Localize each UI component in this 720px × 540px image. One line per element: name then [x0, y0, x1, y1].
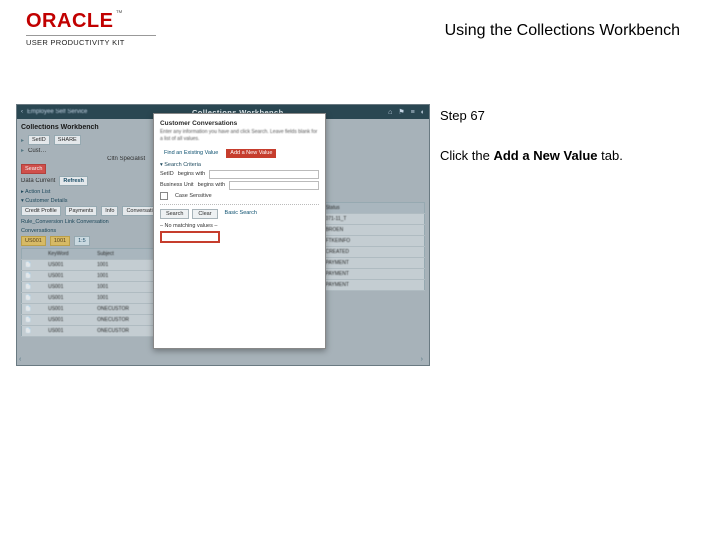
tab-add-new-value[interactable]: Add a New Value: [226, 149, 276, 158]
oracle-logo-text: ORACLE: [26, 10, 113, 32]
action-highlight: [160, 231, 220, 243]
setid-input[interactable]: [209, 170, 319, 179]
modal-description: Enter any information you have and click…: [160, 129, 319, 143]
trademark: ™: [115, 10, 122, 17]
oracle-logo-subtitle: USER PRODUCTIVITY KIT: [26, 35, 156, 47]
bu-op: begins with: [198, 182, 226, 188]
case-sensitive-label: Case Sensitive: [175, 193, 212, 199]
instruction-panel: Step 67 Click the Add a New Value tab.: [440, 106, 690, 165]
search-modal: Customer Conversations Enter any informa…: [153, 113, 326, 350]
setid-label: SetID: [160, 171, 174, 177]
oracle-logo-block: ORACLE™ USER PRODUCTIVITY KIT: [26, 10, 156, 47]
app-screenshot: ‹ Employee Self Service Collections Work…: [16, 104, 430, 366]
bu-input[interactable]: [229, 181, 319, 190]
modal-clear-button[interactable]: Clear: [192, 209, 217, 219]
step-number: Step 67: [440, 106, 690, 126]
modal-search-button[interactable]: Search: [160, 209, 189, 219]
bu-label: Business Unit: [160, 182, 194, 188]
modal-title: Customer Conversations: [160, 120, 319, 127]
no-match-text: – No matching values –: [160, 223, 319, 229]
instruction-text: Click the Add a New Value tab.: [440, 146, 690, 166]
tab-find-existing[interactable]: Find an Existing Value: [160, 149, 222, 158]
basic-search-link[interactable]: Basic Search: [221, 209, 261, 219]
document-title: Using the Collections Workbench: [445, 22, 680, 40]
search-criteria-section[interactable]: ▾ Search Criteria: [160, 162, 319, 168]
case-sensitive-checkbox[interactable]: [160, 192, 168, 200]
instruction-bold: Add a New Value: [493, 148, 597, 163]
setid-op: begins with: [178, 171, 206, 177]
